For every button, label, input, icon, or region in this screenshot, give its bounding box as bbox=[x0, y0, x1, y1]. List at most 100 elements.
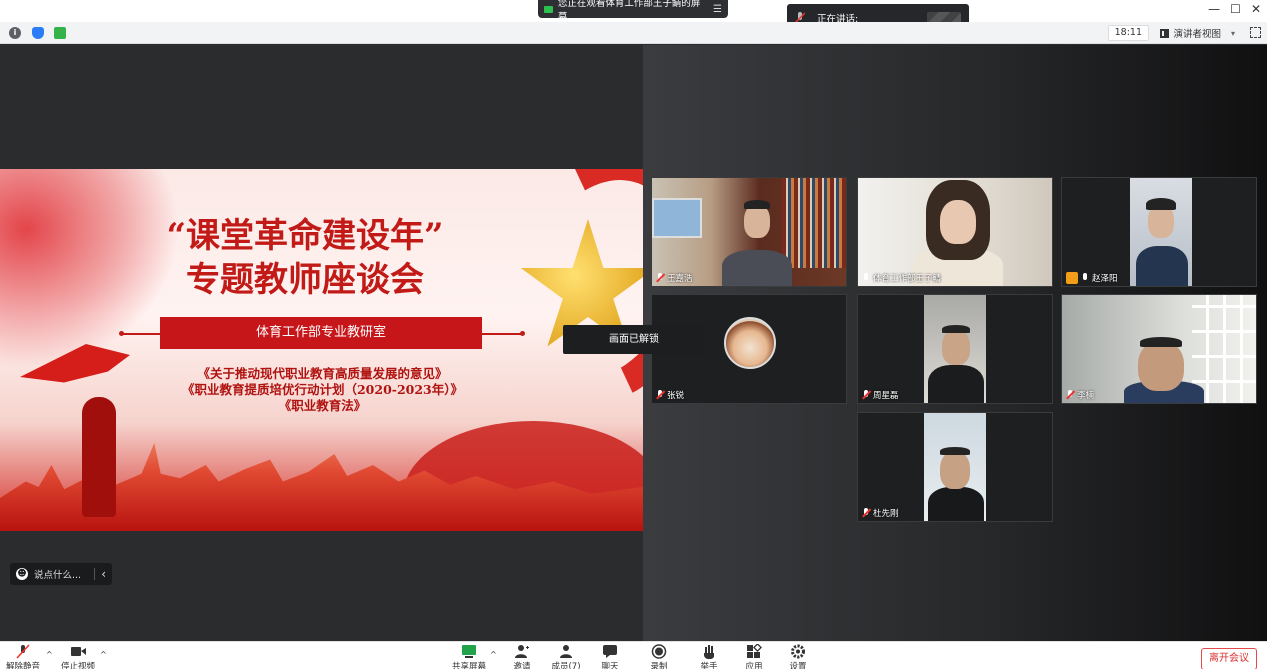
participant-label: 杜先刚 bbox=[862, 507, 899, 519]
meeting-info-bar: i 18:11 演讲者视图 ▾ bbox=[0, 22, 1267, 44]
slide-title-line1: “课堂革命建设年” bbox=[166, 216, 444, 256]
add-user-icon bbox=[515, 645, 529, 658]
participant-label: 王嘉浩 bbox=[656, 272, 693, 284]
mic-muted-icon bbox=[1066, 390, 1074, 400]
participant-body bbox=[928, 487, 984, 521]
layout-icon bbox=[1160, 28, 1170, 38]
menu-icon[interactable]: ☰ bbox=[713, 4, 722, 15]
record-icon bbox=[651, 644, 667, 659]
unmute-button[interactable]: 解除静音 bbox=[6, 644, 40, 669]
close-button[interactable]: ✕ bbox=[1251, 2, 1261, 16]
flagbearer-silhouette bbox=[82, 397, 116, 517]
avatar bbox=[724, 317, 776, 369]
meeting-toolbar: 解除静音 ^ 停止视频 ^ 共享屏幕 ^ 邀请 成员(7) 聊天 录制 举手 应… bbox=[0, 641, 1267, 669]
chevron-up-icon[interactable]: ^ bbox=[490, 650, 497, 659]
participant-label: 张锐 bbox=[656, 389, 684, 401]
share-banner[interactable]: 您正在观看体育工作部王子鲭的屏幕 ☰ bbox=[538, 0, 728, 23]
participant-hair bbox=[744, 200, 770, 209]
participant-label: 体育工作部王子鲭 bbox=[862, 272, 941, 284]
chevron-down-icon: ▾ bbox=[1230, 28, 1235, 38]
shield-icon[interactable] bbox=[32, 27, 44, 39]
invite-label: 邀请 bbox=[513, 662, 531, 669]
participant-face bbox=[1138, 341, 1184, 391]
mic-icon bbox=[1081, 273, 1089, 283]
participant-body bbox=[722, 250, 792, 286]
info-icon[interactable]: i bbox=[9, 27, 21, 39]
signal-icon[interactable] bbox=[54, 27, 66, 39]
stop-video-label: 停止视频 bbox=[61, 662, 95, 669]
video-tile[interactable]: 李楠 bbox=[1061, 294, 1257, 404]
participant-body bbox=[928, 365, 984, 403]
chevron-up-icon[interactable]: ^ bbox=[100, 650, 107, 659]
raise-hand-button[interactable]: 举手 bbox=[692, 644, 726, 669]
participant-hair bbox=[942, 325, 970, 333]
mic-icon bbox=[862, 273, 870, 283]
chat-placeholder[interactable]: 说点什么... bbox=[34, 567, 81, 581]
members-button[interactable]: 成员(7) bbox=[549, 644, 583, 669]
gear-icon bbox=[791, 644, 805, 659]
maximize-button[interactable]: ☐ bbox=[1230, 2, 1241, 16]
mic-muted-icon bbox=[16, 644, 30, 659]
members-label: 成员(7) bbox=[551, 662, 581, 669]
unlock-toast: 画面已解锁 bbox=[563, 325, 705, 354]
collapse-chevron-icon[interactable]: ‹ bbox=[101, 567, 106, 581]
participant-name: 周星磊 bbox=[873, 391, 899, 401]
participant-face bbox=[744, 204, 770, 238]
share-label: 共享屏幕 bbox=[452, 662, 486, 669]
leave-meeting-button[interactable]: 离开会议 bbox=[1201, 648, 1257, 669]
record-button[interactable]: 录制 bbox=[642, 644, 676, 669]
chat-label: 聊天 bbox=[601, 662, 619, 669]
video-tile[interactable]: 体育工作部王子鲭 bbox=[857, 177, 1053, 287]
meeting-window: — ☐ ✕ 您正在观看体育工作部王子鲭的屏幕 ☰ 正在讲话: i 18:11 演… bbox=[0, 0, 1267, 669]
participant-body bbox=[1136, 246, 1188, 286]
mic-muted-icon bbox=[656, 390, 664, 400]
window-controls: — ☐ ✕ bbox=[1208, 2, 1261, 16]
chat-input-pill[interactable]: ☻ 说点什么... ‹ bbox=[10, 563, 112, 585]
chat-button[interactable]: 聊天 bbox=[593, 644, 627, 669]
settings-button[interactable]: 设置 bbox=[781, 644, 815, 669]
users-icon bbox=[560, 645, 572, 658]
video-tile[interactable]: 周星磊 bbox=[857, 294, 1053, 404]
minimize-button[interactable]: — bbox=[1208, 2, 1220, 16]
emoji-icon[interactable]: ☻ bbox=[16, 568, 28, 580]
record-label: 录制 bbox=[650, 662, 668, 669]
fullscreen-icon[interactable] bbox=[1250, 27, 1261, 38]
slide-title: “课堂革命建设年” 专题教师座谈会 bbox=[120, 214, 490, 302]
participant-name: 体育工作部王子鲭 bbox=[873, 274, 942, 284]
video-tile[interactable]: 杜先刚 bbox=[857, 412, 1053, 522]
mic-muted-icon bbox=[656, 273, 664, 283]
invite-button[interactable]: 邀请 bbox=[505, 644, 539, 669]
stop-video-button[interactable]: 停止视频 bbox=[61, 644, 95, 669]
chevron-up-icon[interactable]: ^ bbox=[46, 650, 53, 659]
camera-icon bbox=[544, 5, 553, 13]
participant-hair bbox=[940, 447, 970, 455]
participant-face bbox=[940, 200, 976, 244]
participant-name: 赵泽阳 bbox=[1092, 274, 1118, 284]
participant-name: 王嘉浩 bbox=[667, 274, 693, 284]
unmute-label: 解除静音 bbox=[6, 662, 40, 669]
participant-label: 李楠 bbox=[1066, 389, 1094, 401]
wall-picture bbox=[652, 198, 702, 238]
share-screen-button[interactable]: 共享屏幕 bbox=[452, 644, 486, 669]
video-camera-icon bbox=[71, 647, 86, 656]
participant-name: 杜先刚 bbox=[873, 509, 899, 519]
participant-name: 张锐 bbox=[667, 391, 685, 401]
hand-icon bbox=[704, 645, 714, 659]
video-tile[interactable]: 赵泽阳 bbox=[1061, 177, 1257, 287]
chat-icon bbox=[603, 645, 617, 658]
view-mode-dropdown[interactable]: 演讲者视图 ▾ bbox=[1156, 25, 1239, 41]
host-icon bbox=[1066, 272, 1078, 284]
bookshelf bbox=[782, 178, 846, 268]
video-tile[interactable]: 王嘉浩 bbox=[651, 177, 847, 287]
apps-icon bbox=[747, 644, 762, 658]
participant-hair bbox=[1140, 337, 1182, 347]
apps-button[interactable]: 应用 bbox=[737, 644, 771, 669]
meeting-timer: 18:11 bbox=[1107, 25, 1149, 41]
shared-slide: “课堂革命建设年” 专题教师座谈会 体育工作部专业教研室 《关于推动现代职业教育… bbox=[0, 169, 643, 531]
participant-label: 赵泽阳 bbox=[1066, 272, 1118, 284]
participant-hair bbox=[1146, 198, 1176, 210]
slide-title-line2: 专题教师座谈会 bbox=[186, 260, 424, 300]
settings-label: 设置 bbox=[789, 662, 807, 669]
participant-name: 李楠 bbox=[1077, 391, 1095, 401]
apps-label: 应用 bbox=[745, 662, 763, 669]
